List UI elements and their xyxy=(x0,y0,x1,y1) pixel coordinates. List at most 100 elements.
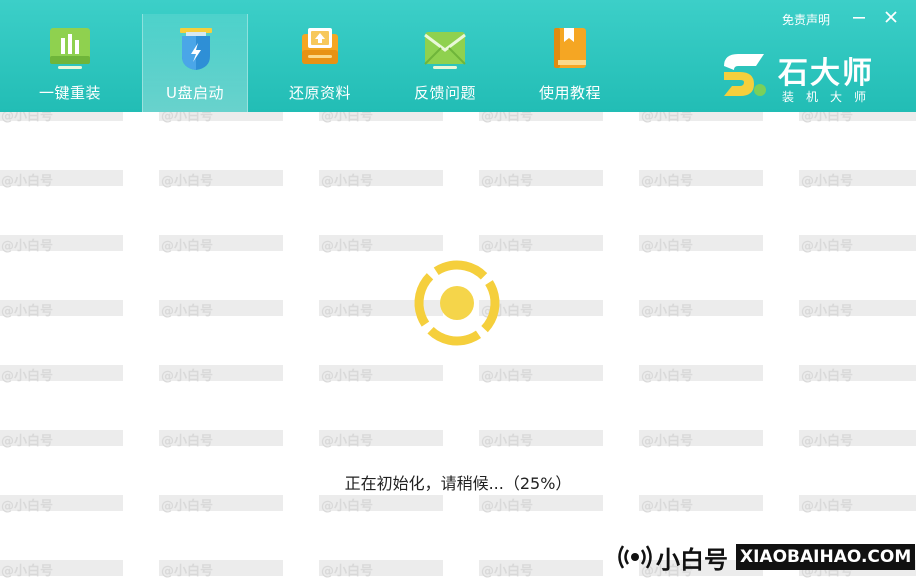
disclaimer-link[interactable]: 免责声明 xyxy=(782,11,830,28)
watermark-en: XIAOBAIHAO.COM xyxy=(643,521,774,536)
watermark-cn: @小白号 xyxy=(1,112,53,124)
watermark-en: XIAOBAIHAO.COM xyxy=(483,456,614,471)
watermark-cn: @小白号 xyxy=(801,173,853,189)
nav-item-restore[interactable]: 还原资料 xyxy=(267,14,373,112)
watermark-en: XIAOBAIHAO.COM xyxy=(163,131,294,146)
restore-folder-icon xyxy=(302,28,338,64)
nav-label: 还原资料 xyxy=(288,84,351,102)
mail-feedback-icon xyxy=(424,32,466,69)
broadcast-icon xyxy=(618,545,652,569)
watermark-cn: @小白号 xyxy=(321,368,373,384)
watermark-en: XIAOBAIHAO.COM xyxy=(803,456,916,471)
watermark-cn: @小白号 xyxy=(321,433,373,449)
watermark-cn: @小白号 xyxy=(1,173,53,189)
watermark-en: XIAOBAIHAO.COM xyxy=(3,131,134,146)
watermark-en: XIAOBAIHAO.COM xyxy=(803,196,916,211)
watermark-cn: @小白号 xyxy=(801,368,853,384)
watermark-cn: @小白号 xyxy=(321,563,373,578)
minimize-icon[interactable] xyxy=(850,8,868,26)
brand: 石大师 装机大师 xyxy=(720,48,900,104)
main-content: @小白号 XIAOBAIHAO.COM @小白号 XIAOBAIHAO.COM @小白号… xyxy=(0,112,916,578)
watermark-cn: @小白号 xyxy=(1,563,53,578)
watermark-cn: @小白号 xyxy=(641,433,693,449)
watermark-en: XIAOBAIHAO.COM xyxy=(643,326,774,341)
watermark-en: XIAOBAIHAO.COM xyxy=(483,521,614,536)
watermark-en: XIAOBAIHAO.COM xyxy=(803,521,916,536)
corner-watermark-cn: 小白号 xyxy=(656,546,728,574)
status-text: 正在初始化，请稍候...（25%） xyxy=(344,474,572,493)
watermark-cn: @小白号 xyxy=(161,498,213,514)
watermark-en: XIAOBAIHAO.COM xyxy=(483,261,614,276)
watermark-cn: @小白号 xyxy=(801,498,853,514)
watermark-cn: @小白号 xyxy=(801,433,853,449)
watermark-en: XIAOBAIHAO.COM xyxy=(803,391,916,406)
watermark-cn: @小白号 xyxy=(481,112,533,124)
corner-watermark: 小白号 XIAOBAIHAO.COM xyxy=(614,536,916,578)
corner-watermark-en: XIAOBAIHAO.COM xyxy=(736,544,916,570)
watermark-cn: @小白号 xyxy=(481,173,533,189)
watermark-en: XIAOBAIHAO.COM xyxy=(3,326,134,341)
watermark-en: XIAOBAIHAO.COM xyxy=(643,196,774,211)
watermark-en: XIAOBAIHAO.COM xyxy=(803,261,916,276)
watermark-cn: @小白号 xyxy=(321,238,373,254)
watermark-cn: @小白号 xyxy=(321,112,373,124)
loading-spinner-icon xyxy=(414,260,500,346)
watermark-en: XIAOBAIHAO.COM xyxy=(163,391,294,406)
watermark-en: XIAOBAIHAO.COM xyxy=(323,521,454,536)
watermark-cn: @小白号 xyxy=(1,238,53,254)
watermark-cn: @小白号 xyxy=(1,433,53,449)
nav-item-feedback[interactable]: 反馈问题 xyxy=(392,14,498,112)
watermark-cn: @小白号 xyxy=(481,433,533,449)
watermark-en: XIAOBAIHAO.COM xyxy=(3,521,134,536)
watermark-cn: @小白号 xyxy=(1,303,53,319)
brand-subtitle: 装机大师 xyxy=(782,90,879,104)
nav-item-reinstall[interactable]: 一键重装 xyxy=(17,14,123,112)
nav-label: 使用教程 xyxy=(538,84,601,102)
watermark-cn: @小白号 xyxy=(641,112,693,124)
watermark-en: XIAOBAIHAO.COM xyxy=(323,196,454,211)
watermark-en: XIAOBAIHAO.COM xyxy=(3,391,134,406)
watermark-cn: @小白号 xyxy=(481,238,533,254)
watermark-en: XIAOBAIHAO.COM xyxy=(163,456,294,471)
usb-drive-icon xyxy=(180,28,212,70)
watermark-cn: @小白号 xyxy=(641,368,693,384)
watermark-en: XIAOBAIHAO.COM xyxy=(643,456,774,471)
nav-item-usb-boot[interactable]: U盘启动 xyxy=(142,14,248,112)
watermark-cn: @小白号 xyxy=(1,498,53,514)
close-icon[interactable] xyxy=(882,8,900,26)
watermark-cn: @小白号 xyxy=(481,498,533,514)
watermark-en: XIAOBAIHAO.COM xyxy=(163,196,294,211)
watermark-cn: @小白号 xyxy=(801,238,853,254)
watermark-cn: @小白号 xyxy=(321,173,373,189)
watermark-en: XIAOBAIHAO.COM xyxy=(483,326,614,341)
watermark-en: XIAOBAIHAO.COM xyxy=(643,261,774,276)
watermark-en: XIAOBAIHAO.COM xyxy=(323,131,454,146)
watermark-en: XIAOBAIHAO.COM xyxy=(803,131,916,146)
watermark-en: XIAOBAIHAO.COM xyxy=(163,521,294,536)
watermark-en: XIAOBAIHAO.COM xyxy=(483,391,614,406)
watermark-cn: @小白号 xyxy=(161,433,213,449)
watermark-cn: @小白号 xyxy=(161,563,213,578)
watermark-en: XIAOBAIHAO.COM xyxy=(803,326,916,341)
header-bar: 一键重装 U盘启动 还原资料 反馈问题 使用教程 免责声明 石大师 装机大师 xyxy=(0,0,916,112)
watermark-en: XIAOBAIHAO.COM xyxy=(643,391,774,406)
watermark-cn: @小白号 xyxy=(161,368,213,384)
watermark-cn: @小白号 xyxy=(641,498,693,514)
watermark-cn: @小白号 xyxy=(481,368,533,384)
watermark-en: XIAOBAIHAO.COM xyxy=(643,131,774,146)
watermark-en: XIAOBAIHAO.COM xyxy=(323,391,454,406)
watermark-en: XIAOBAIHAO.COM xyxy=(3,196,134,211)
watermark-en: XIAOBAIHAO.COM xyxy=(163,326,294,341)
watermark-cn: @小白号 xyxy=(161,112,213,124)
brand-name: 石大师 xyxy=(778,56,874,91)
nav-label: 一键重装 xyxy=(38,84,101,102)
watermark-cn: @小白号 xyxy=(161,173,213,189)
nav-label: U盘启动 xyxy=(166,84,224,102)
watermark-cn: @小白号 xyxy=(801,112,853,124)
watermark-cn: @小白号 xyxy=(641,303,693,319)
nav-item-tutorial[interactable]: 使用教程 xyxy=(517,14,623,112)
watermark-en: XIAOBAIHAO.COM xyxy=(323,456,454,471)
watermark-cn: @小白号 xyxy=(321,498,373,514)
nav-label: 反馈问题 xyxy=(413,84,476,102)
watermark-en: XIAOBAIHAO.COM xyxy=(163,261,294,276)
